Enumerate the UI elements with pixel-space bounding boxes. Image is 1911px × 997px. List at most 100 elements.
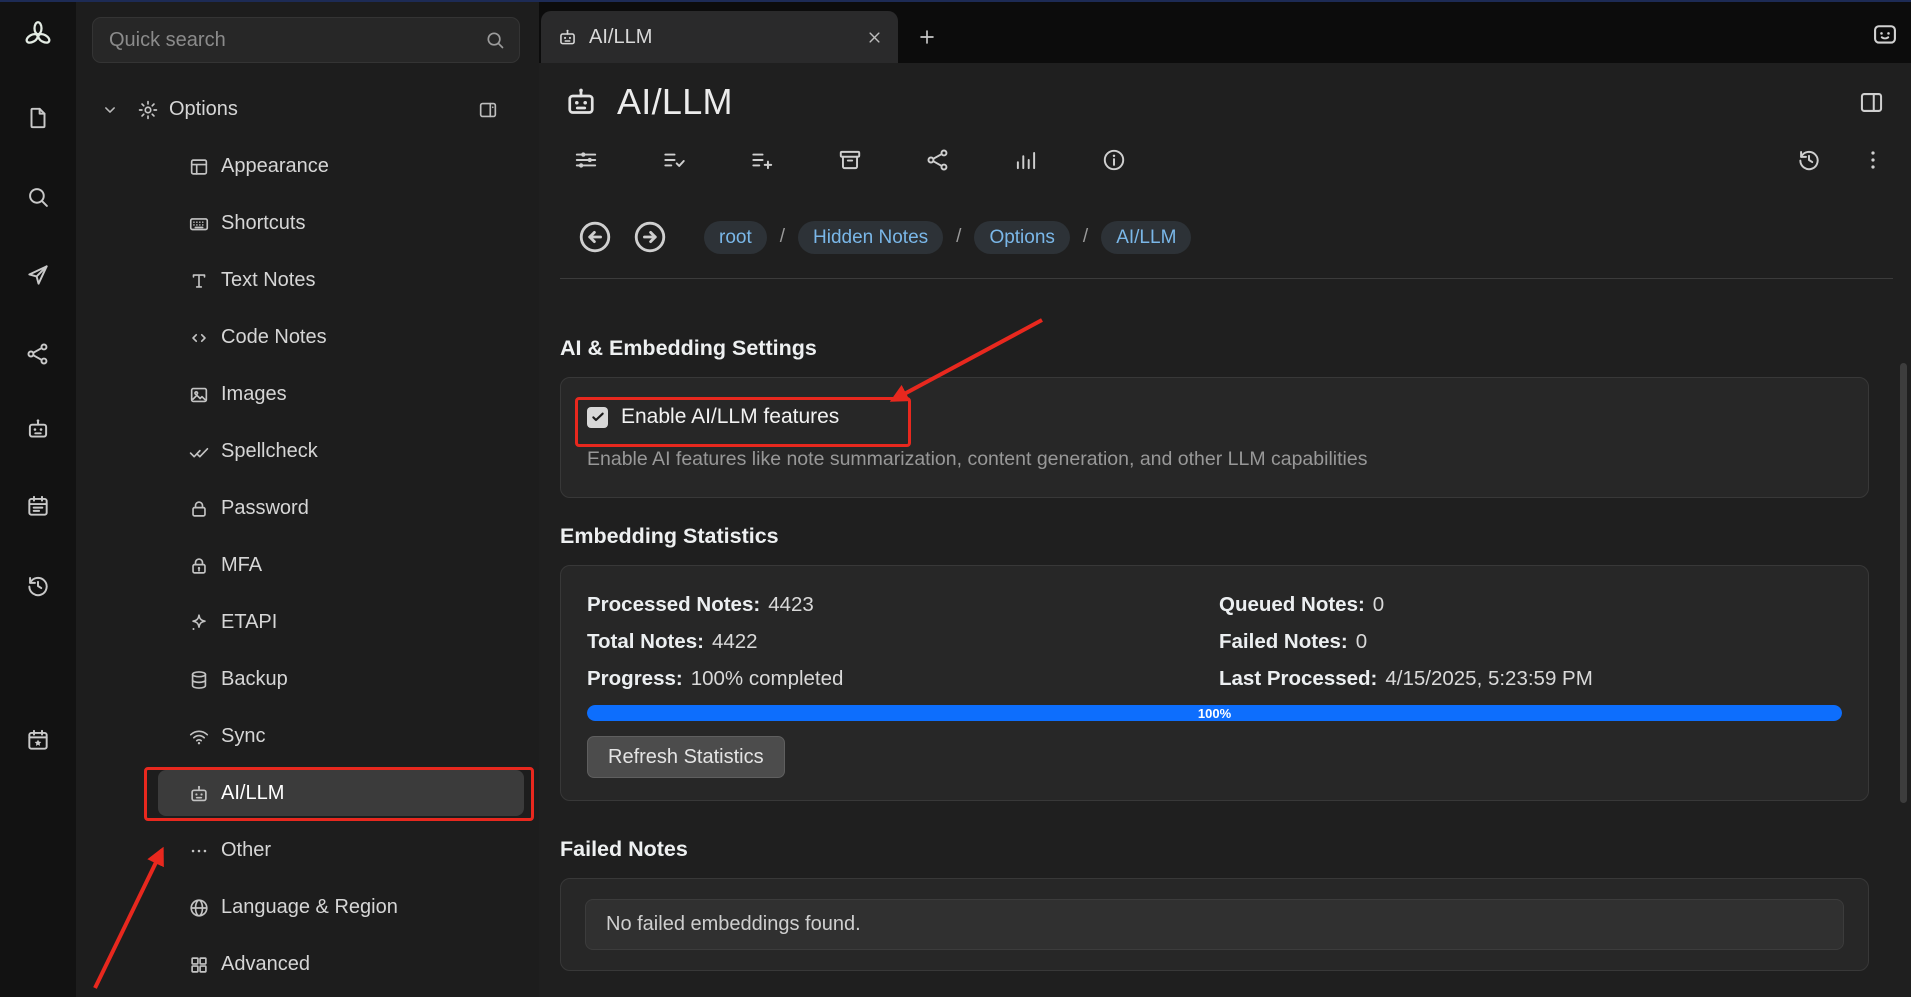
search-icon[interactable]	[484, 29, 506, 51]
breadcrumb-root[interactable]: root	[704, 221, 767, 254]
enable-ai-checkbox[interactable]	[587, 407, 608, 428]
sliders-icon[interactable]	[573, 147, 599, 173]
close-icon[interactable]	[865, 28, 884, 47]
dock-panel-icon[interactable]	[477, 99, 499, 121]
tree-item-label: Backup	[221, 668, 288, 691]
stats-grid: Processed Notes: 4423 Total Notes: 4422 …	[587, 586, 1842, 697]
chevron-down-icon[interactable]	[100, 100, 120, 120]
list-plus-icon[interactable]	[749, 147, 775, 173]
refresh-statistics-button[interactable]: Refresh Statistics	[587, 736, 785, 778]
tree-item-code-notes[interactable]: Code Notes	[76, 309, 539, 366]
globe-icon	[188, 897, 210, 919]
code-icon	[188, 327, 210, 349]
bar-chart-icon[interactable]	[1013, 147, 1039, 173]
quick-search-input[interactable]	[109, 29, 484, 52]
stat-value: 4422	[712, 630, 758, 654]
stats-right-column: Queued Notes: 0 Failed Notes: 0 Last Pro…	[1219, 586, 1842, 697]
tree-item-shortcuts[interactable]: Shortcuts	[76, 195, 539, 252]
stats-left-column: Processed Notes: 4423 Total Notes: 4422 …	[587, 586, 1219, 697]
quick-search[interactable]	[92, 17, 520, 63]
new-note-icon[interactable]	[25, 105, 51, 131]
new-tab-button[interactable]	[906, 16, 948, 58]
tree-item-password[interactable]: Password	[76, 480, 539, 537]
note-tree: Options Appearance Shortcuts Text Notes …	[76, 81, 539, 993]
trilium-logo	[23, 20, 53, 50]
recent-changes-icon[interactable]	[25, 573, 51, 599]
breadcrumb-options[interactable]: Options	[974, 221, 1069, 254]
stat-total-notes: Total Notes: 4422	[587, 623, 1219, 660]
graph-icon[interactable]	[925, 147, 951, 173]
lock-icon	[188, 498, 210, 520]
archive-icon[interactable]	[837, 147, 863, 173]
tree-item-text-notes[interactable]: Text Notes	[76, 252, 539, 309]
ai-chat-icon[interactable]	[25, 416, 51, 442]
stat-value: 4423	[768, 593, 814, 617]
tree-item-label: AI/LLM	[221, 782, 284, 805]
grid-icon	[188, 954, 210, 976]
tree-item-mfa[interactable]: MFA	[76, 537, 539, 594]
list-check-icon[interactable]	[661, 147, 687, 173]
tree-item-label: Code Notes	[221, 326, 327, 349]
stat-label: Progress:	[587, 667, 683, 691]
window-top-accent	[0, 0, 1911, 2]
tree-item-label: MFA	[221, 554, 262, 577]
tree-item-ai-llm[interactable]: AI/LLM	[76, 765, 539, 822]
tree-item-label: ETAPI	[221, 611, 277, 634]
stat-value: 4/15/2025, 5:23:59 PM	[1385, 667, 1592, 691]
options-content: AI & Embedding Settings Enable AI/LLM fe…	[539, 336, 1911, 971]
history-icon[interactable]	[1796, 147, 1822, 173]
robot-icon[interactable]	[563, 84, 599, 120]
stat-label: Failed Notes:	[1219, 630, 1348, 654]
chat-icon[interactable]	[1871, 21, 1899, 49]
tree-item-options[interactable]: Options	[76, 81, 539, 138]
tree-item-appearance[interactable]: Appearance	[76, 138, 539, 195]
tree-item-label: Advanced	[221, 953, 310, 976]
tree-item-backup[interactable]: Backup	[76, 651, 539, 708]
breadcrumb-hidden-notes[interactable]: Hidden Notes	[798, 221, 943, 254]
tree-item-other[interactable]: Other	[76, 822, 539, 879]
note-title[interactable]: AI/LLM	[617, 81, 733, 123]
vertical-dots-icon[interactable]	[1860, 147, 1886, 173]
stat-progress: Progress: 100% completed	[587, 660, 1219, 697]
tree-item-etapi[interactable]: ETAPI	[76, 594, 539, 651]
tree-item-sync[interactable]: Sync	[76, 708, 539, 765]
header-divider	[560, 278, 1893, 279]
embedding-progress-bar: 100%	[587, 705, 1842, 721]
note-title-row: AI/LLM	[563, 77, 1885, 127]
ai-settings-card: Enable AI/LLM features Enable AI feature…	[560, 377, 1869, 498]
tab-ai-llm[interactable]: AI/LLM	[541, 11, 898, 63]
robot-icon	[557, 27, 578, 48]
tree-item-label: Spellcheck	[221, 440, 318, 463]
breadcrumb-ai-llm[interactable]: AI/LLM	[1101, 221, 1191, 254]
back-button[interactable]	[576, 218, 614, 256]
split-pane-icon[interactable]	[1858, 89, 1885, 116]
sparkle-icon	[188, 612, 210, 634]
scrollbar-thumb[interactable]	[1900, 363, 1907, 803]
tree-item-spellcheck[interactable]: Spellcheck	[76, 423, 539, 480]
sidebar: Options Appearance Shortcuts Text Notes …	[76, 0, 539, 997]
enable-ai-row[interactable]: Enable AI/LLM features	[587, 400, 1842, 434]
tree-item-label: Images	[221, 383, 287, 406]
note-path-row: root / Hidden Notes / Options / AI/LLM	[576, 215, 1885, 259]
calendar-star-icon[interactable]	[25, 727, 51, 753]
enable-ai-label[interactable]: Enable AI/LLM features	[621, 405, 839, 429]
tree-item-advanced[interactable]: Advanced	[76, 936, 539, 993]
lock-alt-icon	[188, 555, 210, 577]
database-icon	[188, 669, 210, 691]
forward-button[interactable]	[631, 218, 669, 256]
search-icon[interactable]	[25, 184, 51, 210]
section-heading-ai-settings: AI & Embedding Settings	[560, 336, 1869, 361]
tree-item-language-region[interactable]: Language & Region	[76, 879, 539, 936]
note-map-icon[interactable]	[25, 341, 51, 367]
jump-to-icon[interactable]	[25, 262, 51, 288]
wifi-icon	[188, 726, 210, 748]
keyboard-icon	[188, 213, 210, 235]
tree-item-images[interactable]: Images	[76, 366, 539, 423]
info-icon[interactable]	[1101, 147, 1127, 173]
tree-item-label: Language & Region	[221, 896, 398, 919]
calendar-icon[interactable]	[25, 493, 51, 519]
tree-item-label: Shortcuts	[221, 212, 305, 235]
tree-item-label: Sync	[221, 725, 265, 748]
gear-icon	[137, 99, 159, 121]
check-double-icon	[188, 441, 210, 463]
